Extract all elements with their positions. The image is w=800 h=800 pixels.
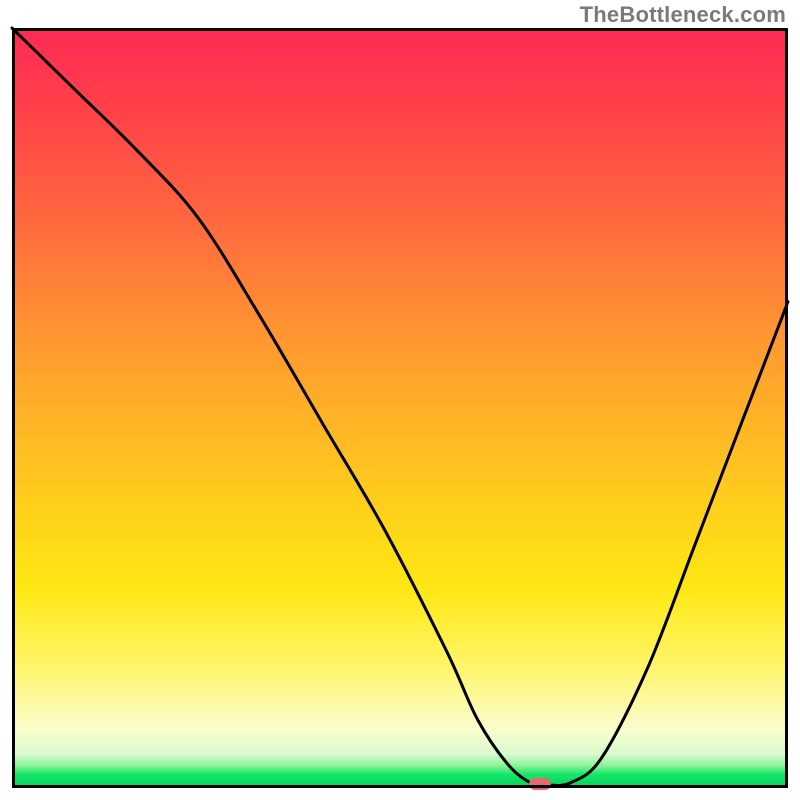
watermark-text: TheBottleneck.com <box>580 2 786 28</box>
chart-stage: TheBottleneck.com <box>0 0 800 800</box>
plot-area <box>12 28 788 788</box>
background-gradient <box>12 28 788 788</box>
optimal-marker <box>529 778 551 790</box>
